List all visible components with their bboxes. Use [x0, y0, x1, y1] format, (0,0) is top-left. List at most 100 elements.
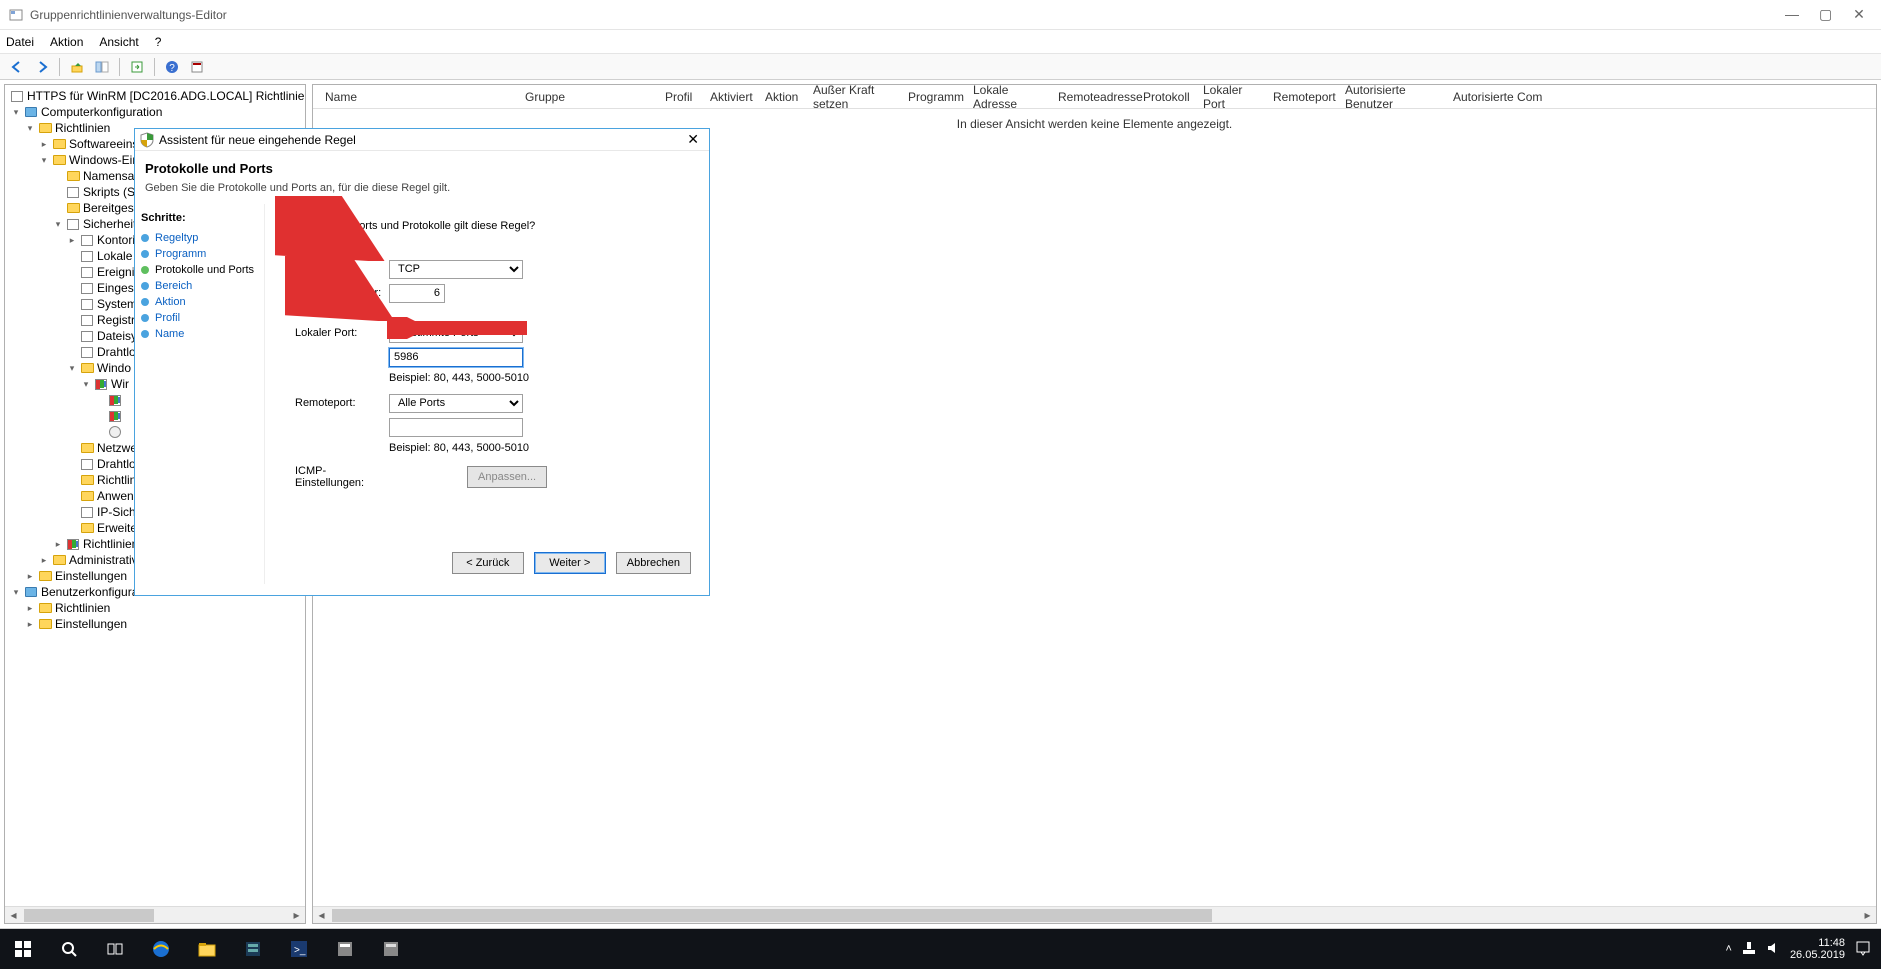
- taskbar[interactable]: >_ ˄ 11:48 26.05.2019: [0, 929, 1881, 969]
- tray-sound-icon[interactable]: [1766, 941, 1780, 958]
- taskbar-app1[interactable]: [322, 929, 368, 969]
- expander-icon[interactable]: ▾: [23, 121, 37, 136]
- wizard-question: Für welche Ports und Protokolle gilt die…: [295, 220, 689, 232]
- taskbar-ie[interactable]: [138, 929, 184, 969]
- remote-port-select[interactable]: Alle Ports: [389, 394, 523, 413]
- tree-policy-based[interactable]: Richtlinien: [83, 537, 138, 552]
- tree-hscrollbar[interactable]: ◂▸: [5, 906, 305, 923]
- close-button[interactable]: ✕: [1853, 6, 1865, 23]
- step-action[interactable]: Aktion: [141, 294, 258, 310]
- tree-network[interactable]: Netzwe: [97, 441, 137, 456]
- menu-help[interactable]: ?: [155, 35, 162, 49]
- task-view-button[interactable]: [92, 929, 138, 969]
- tree-wir[interactable]: Wir: [111, 377, 129, 392]
- step-protocols-ports[interactable]: Protokolle und Ports: [141, 262, 258, 278]
- col-local-address[interactable]: Lokale Adresse: [961, 84, 1046, 115]
- expander-icon[interactable]: ▾: [37, 153, 51, 168]
- expander-icon[interactable]: ▸: [23, 569, 37, 584]
- col-action[interactable]: Aktion: [753, 86, 801, 108]
- col-override[interactable]: Außer Kraft setzen: [801, 84, 896, 115]
- protocol-type-select[interactable]: TCP: [389, 260, 523, 279]
- expander-icon[interactable]: ▸: [37, 137, 51, 152]
- col-local-port[interactable]: Lokaler Port: [1191, 84, 1261, 115]
- column-headers[interactable]: Name Gruppe Profil Aktiviert Aktion Auße…: [313, 85, 1876, 109]
- start-button[interactable]: [0, 929, 46, 969]
- up-button[interactable]: [66, 56, 88, 78]
- col-auth-users[interactable]: Autorisierte Benutzer: [1333, 84, 1441, 115]
- expander-icon[interactable]: ▾: [51, 217, 65, 232]
- tree-computer-config[interactable]: Computerkonfiguration: [41, 105, 162, 120]
- col-name[interactable]: Name: [313, 86, 513, 108]
- step-program[interactable]: Programm: [141, 246, 258, 262]
- nav-forward-button[interactable]: [31, 56, 53, 78]
- export-button[interactable]: [126, 56, 148, 78]
- tree-apps[interactable]: Anwen: [97, 489, 134, 504]
- tray-chevron-icon[interactable]: ˄: [1726, 943, 1732, 955]
- search-button[interactable]: [46, 929, 92, 969]
- help-button[interactable]: ?: [161, 56, 183, 78]
- col-program[interactable]: Programm: [896, 86, 961, 108]
- step-profile[interactable]: Profil: [141, 310, 258, 326]
- properties-button[interactable]: [186, 56, 208, 78]
- system-tray[interactable]: ˄ 11:48 26.05.2019: [1726, 937, 1881, 961]
- taskbar-server-manager[interactable]: [230, 929, 276, 969]
- local-port-select[interactable]: Bestimmte Ports: [389, 324, 523, 343]
- step-scope[interactable]: Bereich: [141, 278, 258, 294]
- dialog-close-button[interactable]: ✕: [675, 131, 705, 148]
- col-auth-comp[interactable]: Autorisierte Com: [1441, 86, 1876, 108]
- tree-wired[interactable]: Drahtlo: [97, 345, 136, 360]
- tree-ipsec[interactable]: IP-Sich: [97, 505, 136, 520]
- tree-account[interactable]: Kontori: [97, 233, 135, 248]
- tree-windows-fw[interactable]: Windo: [97, 361, 131, 376]
- menu-action[interactable]: Aktion: [50, 35, 83, 49]
- tree-filesys[interactable]: Dateisy: [97, 329, 137, 344]
- tree-policies3[interactable]: Richtlinien: [55, 601, 110, 616]
- tree-local[interactable]: Lokale: [97, 249, 132, 264]
- expander-icon[interactable]: ▸: [37, 553, 51, 568]
- tree-name-resolution[interactable]: Namensau: [83, 169, 141, 184]
- tree-wireless[interactable]: Drahtlo: [97, 457, 136, 472]
- notifications-button[interactable]: [1855, 940, 1871, 959]
- tree-registry[interactable]: Registri: [97, 313, 138, 328]
- col-group[interactable]: Gruppe: [513, 86, 653, 108]
- expander-icon[interactable]: ▸: [23, 601, 37, 616]
- tree-extended[interactable]: Erweite: [97, 521, 137, 536]
- taskbar-explorer[interactable]: [184, 929, 230, 969]
- menu-view[interactable]: Ansicht: [99, 35, 138, 49]
- expander-icon[interactable]: ▾: [9, 105, 23, 120]
- col-remote-address[interactable]: Remoteadresse: [1046, 86, 1131, 108]
- tray-network-icon[interactable]: [1742, 941, 1756, 958]
- col-remote-port[interactable]: Remoteport: [1261, 86, 1333, 108]
- tree-preferences[interactable]: Einstellungen: [55, 569, 127, 584]
- menu-file[interactable]: Datei: [6, 35, 34, 49]
- cancel-button[interactable]: Abbrechen: [616, 552, 691, 574]
- tree-system[interactable]: System: [97, 297, 137, 312]
- expander-icon[interactable]: ▸: [65, 233, 79, 248]
- expander-icon[interactable]: ▾: [9, 585, 23, 600]
- protocol-number-spinner[interactable]: [389, 284, 445, 303]
- nav-back-button[interactable]: [6, 56, 28, 78]
- taskbar-app2[interactable]: [368, 929, 414, 969]
- show-hide-tree-button[interactable]: [91, 56, 113, 78]
- col-enabled[interactable]: Aktiviert: [698, 86, 753, 108]
- maximize-button[interactable]: ▢: [1819, 6, 1831, 23]
- col-profile[interactable]: Profil: [653, 86, 698, 108]
- expander-icon[interactable]: ▾: [65, 361, 79, 376]
- expander-icon[interactable]: ▾: [79, 377, 93, 392]
- tree-policies[interactable]: Richtlinien: [55, 121, 110, 136]
- list-hscrollbar[interactable]: ◂▸: [313, 906, 1876, 923]
- next-button[interactable]: Weiter >: [534, 552, 606, 574]
- tree-policies2[interactable]: Richtlin: [97, 473, 136, 488]
- step-rule-type[interactable]: Regeltyp: [141, 230, 258, 246]
- local-port-input[interactable]: [389, 348, 523, 367]
- back-button[interactable]: < Zurück: [452, 552, 524, 574]
- col-protocol[interactable]: Protokoll: [1131, 86, 1191, 108]
- minimize-button[interactable]: —: [1785, 6, 1797, 23]
- expander-icon[interactable]: ▸: [23, 617, 37, 632]
- tree-root[interactable]: HTTPS für WinRM [DC2016.ADG.LOCAL] Richt…: [27, 89, 304, 104]
- clock[interactable]: 11:48 26.05.2019: [1790, 937, 1845, 961]
- taskbar-powershell[interactable]: >_: [276, 929, 322, 969]
- expander-icon[interactable]: ▸: [51, 537, 65, 552]
- step-name[interactable]: Name: [141, 326, 258, 342]
- tree-preferences2[interactable]: Einstellungen: [55, 617, 127, 632]
